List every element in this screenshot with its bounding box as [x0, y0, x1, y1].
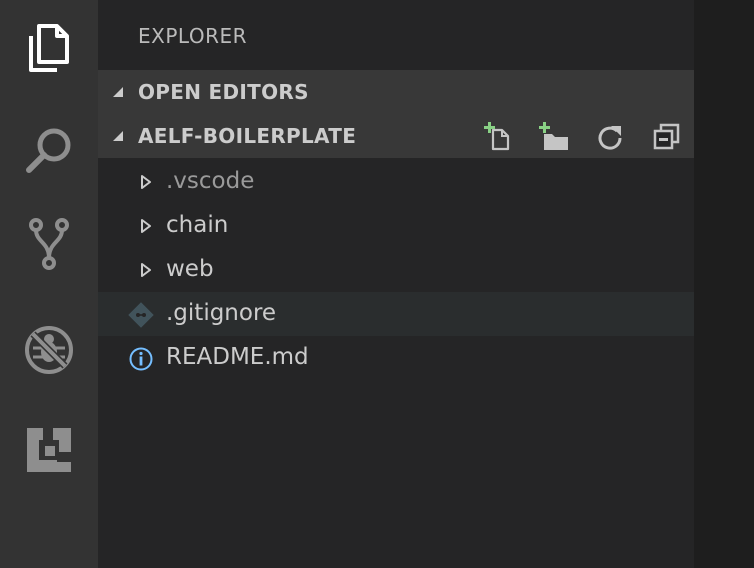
expanded-triangle-icon: [113, 131, 123, 141]
tree-item-web[interactable]: web: [98, 248, 694, 292]
new-file-icon[interactable]: [482, 122, 514, 152]
tree-item-label: .vscode: [166, 168, 255, 194]
expanded-triangle-icon: [113, 87, 123, 97]
project-header[interactable]: AELF-BOILERPLATE: [98, 114, 694, 158]
tree-item-label: .gitignore: [166, 300, 277, 326]
sidebar-title: EXPLORER: [138, 24, 247, 48]
new-folder-icon[interactable]: [538, 122, 570, 152]
editor-area: [694, 0, 754, 568]
explorer-sidebar: EXPLORER OPEN EDITORS AELF-BOILERPLATE .…: [98, 0, 694, 568]
tree-item-chain[interactable]: chain: [98, 204, 694, 248]
extensions-icon[interactable]: [0, 406, 98, 494]
tree-item-label: web: [166, 256, 214, 282]
open-editors-header[interactable]: OPEN EDITORS: [98, 70, 694, 114]
files-icon[interactable]: [0, 4, 98, 92]
project-label: AELF-BOILERPLATE: [138, 124, 357, 148]
tree-item-gitignore[interactable]: .gitignore: [98, 292, 694, 336]
search-icon[interactable]: [0, 106, 98, 194]
tree-item-vscode[interactable]: .vscode: [98, 160, 694, 204]
activity-bar: [0, 0, 98, 568]
tree-item-label: README.md: [166, 344, 309, 370]
open-editors-label: OPEN EDITORS: [138, 80, 309, 104]
debug-icon[interactable]: [0, 306, 98, 394]
tree-item-label: chain: [166, 212, 229, 238]
collapsed-chevron-icon: [141, 175, 151, 189]
git-file-icon: [128, 302, 154, 328]
collapse-all-icon[interactable]: [650, 122, 682, 152]
collapsed-chevron-icon: [141, 219, 151, 233]
source-control-icon[interactable]: [0, 200, 98, 288]
collapsed-chevron-icon: [141, 263, 151, 277]
refresh-icon[interactable]: [594, 122, 626, 152]
info-icon: [129, 347, 153, 371]
tree-item-readme[interactable]: README.md: [98, 336, 694, 380]
